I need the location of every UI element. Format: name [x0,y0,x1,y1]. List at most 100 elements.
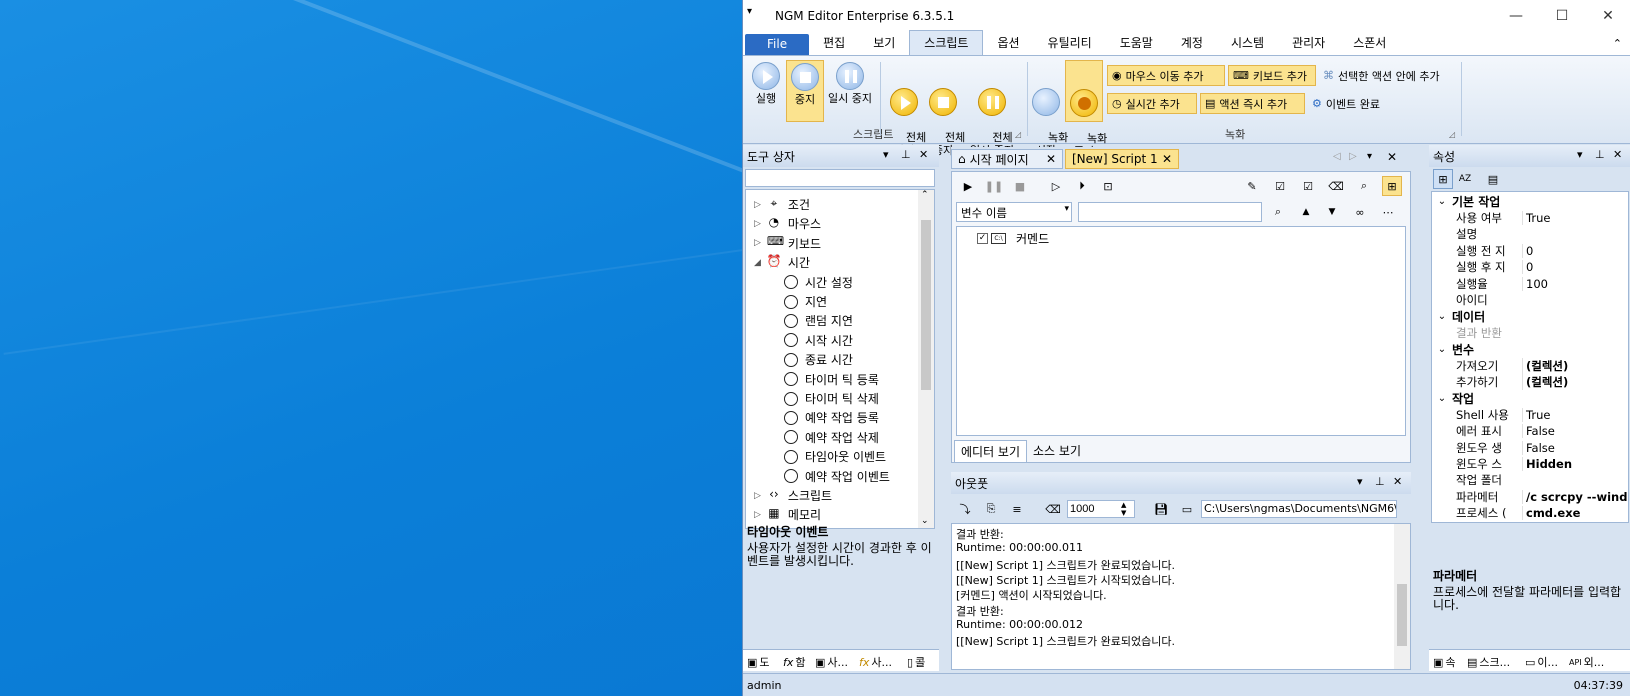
tab-admin[interactable]: 관리자 [1278,31,1339,55]
dropdown-icon[interactable]: ▾ [1577,148,1583,161]
pin-icon[interactable]: ⊥ [1375,475,1385,488]
property-row[interactable]: 설명 [1432,226,1628,243]
group-launcher-icon[interactable]: ◿ [1015,130,1021,139]
move-down-icon[interactable]: ▼ [1322,202,1342,222]
scroll-up-icon[interactable]: ⌃ [921,190,929,200]
add-in-action-button[interactable]: ⌘ 선택한 액션 안에 추가 [1319,65,1469,86]
variable-name-select[interactable]: 변수 이름 ▾ [956,202,1072,222]
property-value[interactable]: Hidden [1522,456,1628,471]
tab-properties[interactable]: ▣ 속 [1433,654,1456,670]
scrollbar-thumb[interactable] [1397,584,1407,646]
property-value[interactable]: 0 [1522,243,1628,258]
property-row[interactable]: 에러 표시 False [1432,423,1628,440]
tab-edit[interactable]: 편집 [809,31,859,55]
close-icon[interactable]: ✕ [1393,475,1402,488]
tab-system[interactable]: 시스템 [1217,31,1278,55]
property-row[interactable]: 파라메터/c scrcpy --wind [1432,488,1628,505]
tab-external[interactable]: API 외... [1569,654,1604,670]
toolbox-item[interactable]: 타임아웃 이벤트 [784,448,886,465]
scroll-left-icon[interactable]: ◁ [1333,151,1341,162]
expand-arrow-icon[interactable]: ◢ [754,258,761,268]
toolbox-item[interactable]: 종료 시간 [784,351,853,368]
tab-code[interactable]: ▯ 콜 [907,654,925,670]
property-value[interactable]: /c scrcpy --wind [1522,489,1628,504]
property-row[interactable]: 결과 반환 [1432,324,1628,341]
tab-function[interactable]: fx 함 [783,654,806,670]
scroll-right-icon[interactable]: ▷ [1349,151,1357,162]
toolbox-item[interactable]: 시작 시간 [784,332,853,349]
property-category[interactable]: ⌄ 데이터 [1432,308,1628,325]
add-mouse-move-button[interactable]: ◉ 마우스 이동 추가 [1107,65,1225,86]
property-row[interactable]: 아이디 [1432,291,1628,308]
property-row[interactable]: 작업 폴더 [1432,472,1628,489]
pause-button[interactable]: 일시 중지 [825,62,875,105]
close-icon[interactable]: ✕ [1613,148,1622,161]
toolbox-item[interactable]: 랜덤 지연 [784,312,853,329]
folder-icon[interactable]: ▭ [1177,499,1197,519]
record-stop-button[interactable]: 녹화 중지 [1065,60,1107,158]
tab-toolbox[interactable]: ▣ 도 [747,654,770,670]
property-value[interactable]: True [1522,210,1628,225]
infinite-loop-icon[interactable]: ∞ [1350,202,1370,222]
scrollbar-thumb[interactable] [921,220,931,390]
tab-sponsor[interactable]: 스폰서 [1339,31,1400,55]
tab-account[interactable]: 계정 [1167,31,1217,55]
stop-button[interactable]: 중지 [786,60,824,122]
run-from-icon[interactable]: ⊡ [1098,176,1118,196]
chevron-down-icon[interactable]: ⌄ [1432,393,1452,404]
copy-icon[interactable]: ⎘ [981,499,1001,519]
stop-icon[interactable]: ■ [1010,176,1030,196]
more-icon[interactable]: ⋯ [1378,202,1398,222]
output-scrollbar[interactable] [1394,524,1410,669]
log-path-field[interactable]: C:\Users\ngmas\Documents\NGM6\ [1201,500,1397,518]
group-launcher-icon[interactable]: ◿ [1449,130,1455,139]
chevron-down-icon[interactable]: ⌄ [1432,344,1452,355]
toolbox-item[interactable]: 시간 설정 [784,274,853,291]
tab-user-function[interactable]: fx 사... [859,654,892,670]
toolbox-item[interactable]: ▷ ‹› 스크립트 [754,487,832,504]
sort-alpha-icon[interactable]: AZ [1455,169,1475,189]
tab-editor-view[interactable]: 에디터 보기 [954,440,1028,463]
close-tab-icon[interactable]: ✕ [1046,152,1056,166]
pause-icon[interactable]: ❚❚ [984,176,1004,196]
close-icon[interactable]: ✕ [1387,150,1397,164]
property-row[interactable]: 실행 전 지 0 [1432,242,1628,259]
expand-arrow-icon[interactable]: ▷ [754,200,761,210]
variable-value-input[interactable] [1078,202,1262,222]
toolbox-item[interactable]: 예약 작업 삭제 [784,429,879,446]
tab-start-page[interactable]: ⌂ 시작 페이지 ✕ [951,149,1063,169]
property-category[interactable]: ⌄ 변수 [1432,341,1628,358]
property-row[interactable]: 윈도우 생 False [1432,439,1628,456]
dropdown-icon[interactable]: ▾ [883,148,889,161]
tab-source-view[interactable]: 소스 보기 [1027,440,1087,463]
step-icon[interactable]: ▷ [1046,176,1066,196]
toolbox-item[interactable]: ◢ ⏰ 시간 [754,254,810,271]
expand-arrow-icon[interactable]: ▷ [754,491,761,501]
property-value[interactable]: False [1522,440,1628,455]
property-row[interactable]: 실행율 100 [1432,275,1628,292]
search-icon[interactable]: ⌕ [1354,176,1374,196]
check-icon[interactable]: ☑ [1298,176,1318,196]
expand-arrow-icon[interactable]: ▷ [754,219,761,229]
property-pages-icon[interactable]: ▤ [1483,169,1503,189]
add-realtime-button[interactable]: ◷ 실시간 추가 [1107,93,1197,114]
add-immediate-button[interactable]: ▤ 액션 즉시 추가 [1200,93,1305,114]
tab-utility[interactable]: 유틸리티 [1034,31,1106,55]
close-tab-icon[interactable]: ✕ [1162,152,1172,166]
auto-scroll-icon[interactable]: ⤵ [955,499,975,519]
search-icon[interactable]: ⌕ [1268,202,1288,222]
check-all-icon[interactable]: ☑ [1270,176,1290,196]
property-row[interactable]: 윈도우 스 Hidden [1432,455,1628,472]
property-value[interactable]: True [1522,407,1628,422]
tab-help[interactable]: 도움말 [1106,31,1167,55]
toolbox-scrollbar[interactable]: ⌃ ⌄ [918,190,934,528]
property-row[interactable]: 사용 여부 True [1432,209,1628,226]
toolbox-item[interactable]: 예약 작업 이벤트 [784,468,890,485]
run-button[interactable]: 실행 [747,62,785,105]
dropdown-icon[interactable]: ▾ [1357,475,1363,488]
tab-scripts[interactable]: ▤ 스크... [1467,654,1510,670]
property-category[interactable]: ⌄ 작업 [1432,390,1628,407]
delete-icon[interactable]: ⌫ [1326,176,1346,196]
pin-icon[interactable]: ⊥ [1595,148,1605,161]
toolbox-item[interactable]: ▷ ⌨ 키보드 [754,235,821,252]
